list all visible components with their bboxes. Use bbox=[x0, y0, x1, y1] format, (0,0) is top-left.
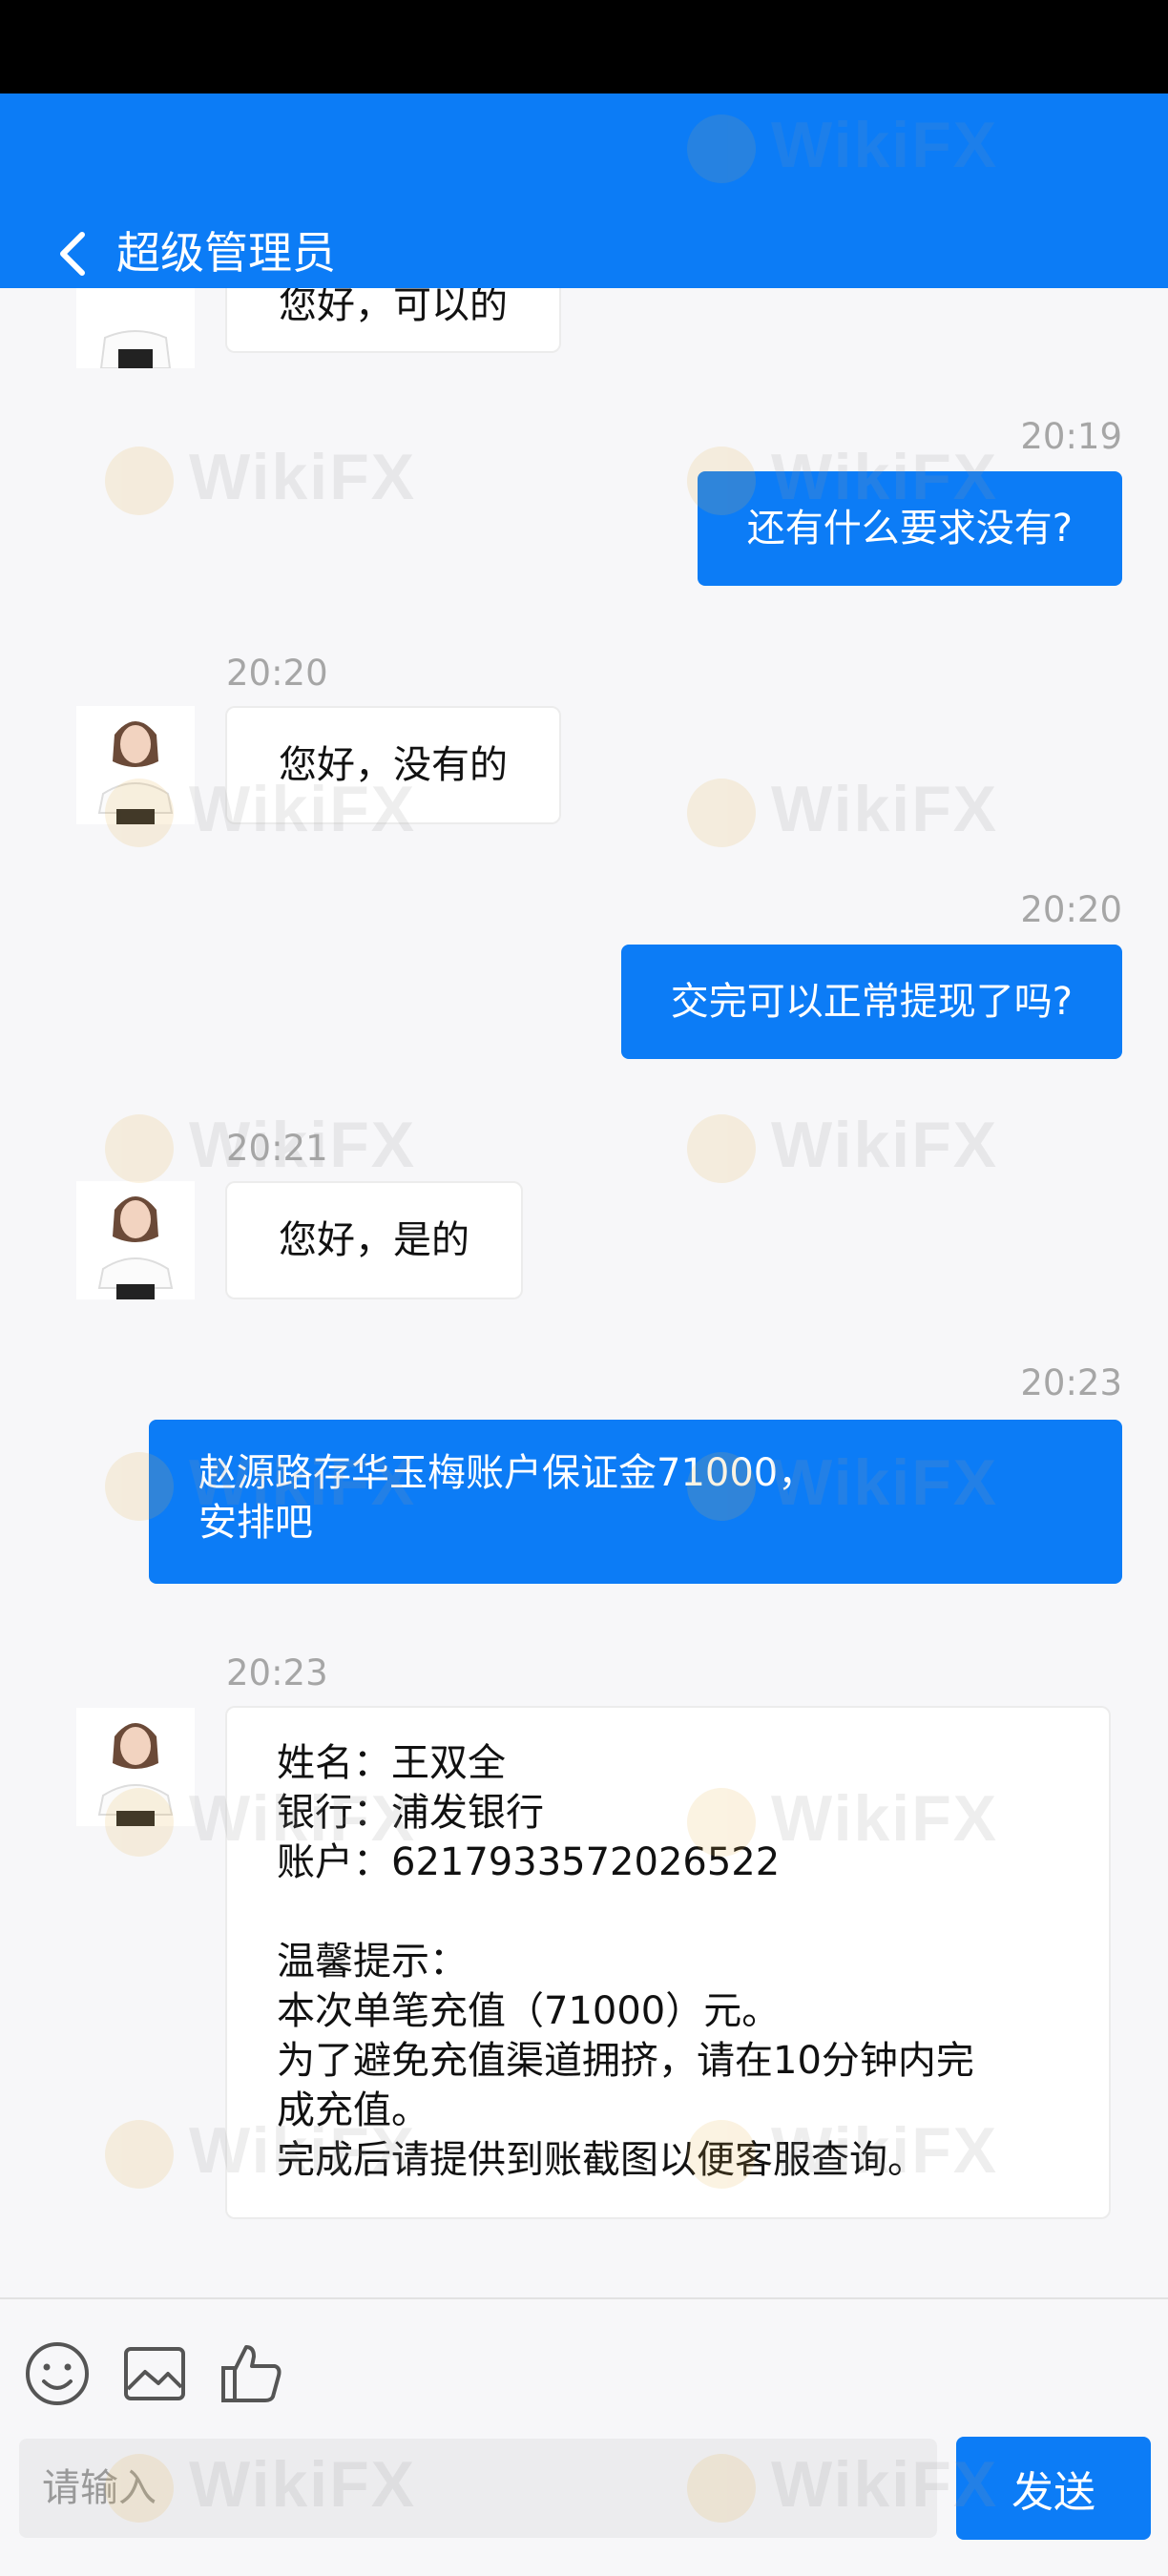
agent-avatar bbox=[76, 1708, 195, 1826]
message-time: 20:19 bbox=[1020, 416, 1122, 457]
message-time: 20:20 bbox=[226, 653, 328, 694]
emoji-icon[interactable] bbox=[23, 2339, 92, 2408]
watermark: WikiFX bbox=[687, 771, 1012, 847]
message-list[interactable]: 您好，可以的 20:19 还有什么要求没有? 20:20 您好，没有的 20:2… bbox=[0, 288, 1168, 2297]
message-bubble: 您好，可以的 bbox=[225, 288, 561, 353]
message-time: 20:23 bbox=[226, 1652, 328, 1693]
back-arrow-icon[interactable] bbox=[50, 225, 97, 282]
status-bar bbox=[0, 0, 1168, 93]
send-button[interactable]: 发送 bbox=[956, 2437, 1151, 2540]
watermark: WikiFX bbox=[105, 439, 429, 515]
message-time: 20:20 bbox=[1020, 889, 1122, 930]
chat-title: 超级管理员 bbox=[116, 227, 336, 279]
thumbs-up-icon[interactable] bbox=[218, 2339, 286, 2408]
image-icon[interactable] bbox=[120, 2339, 189, 2408]
message-bubble: 交完可以正常提现了吗? bbox=[620, 945, 1122, 1059]
message-time: 20:23 bbox=[1020, 1362, 1122, 1403]
message-bubble: 赵源路存华玉梅账户保证金71000， 安排吧 bbox=[149, 1420, 1122, 1584]
chat-header: 超级管理员 bbox=[0, 93, 1168, 288]
agent-avatar bbox=[76, 1181, 195, 1299]
message-bubble: 姓名：王双全 银行：浦发银行 账户：6217933572026522 温馨提示：… bbox=[225, 1706, 1111, 2219]
message-bubble: 您好，没有的 bbox=[225, 706, 561, 824]
agent-avatar bbox=[76, 706, 195, 824]
message-bubble: 还有什么要求没有? bbox=[697, 471, 1122, 586]
message-bubble: 您好，是的 bbox=[225, 1181, 523, 1299]
message-input[interactable] bbox=[19, 2439, 937, 2538]
message-time: 20:21 bbox=[226, 1128, 328, 1169]
watermark: WikiFX bbox=[687, 1107, 1012, 1183]
agent-avatar bbox=[76, 288, 195, 368]
